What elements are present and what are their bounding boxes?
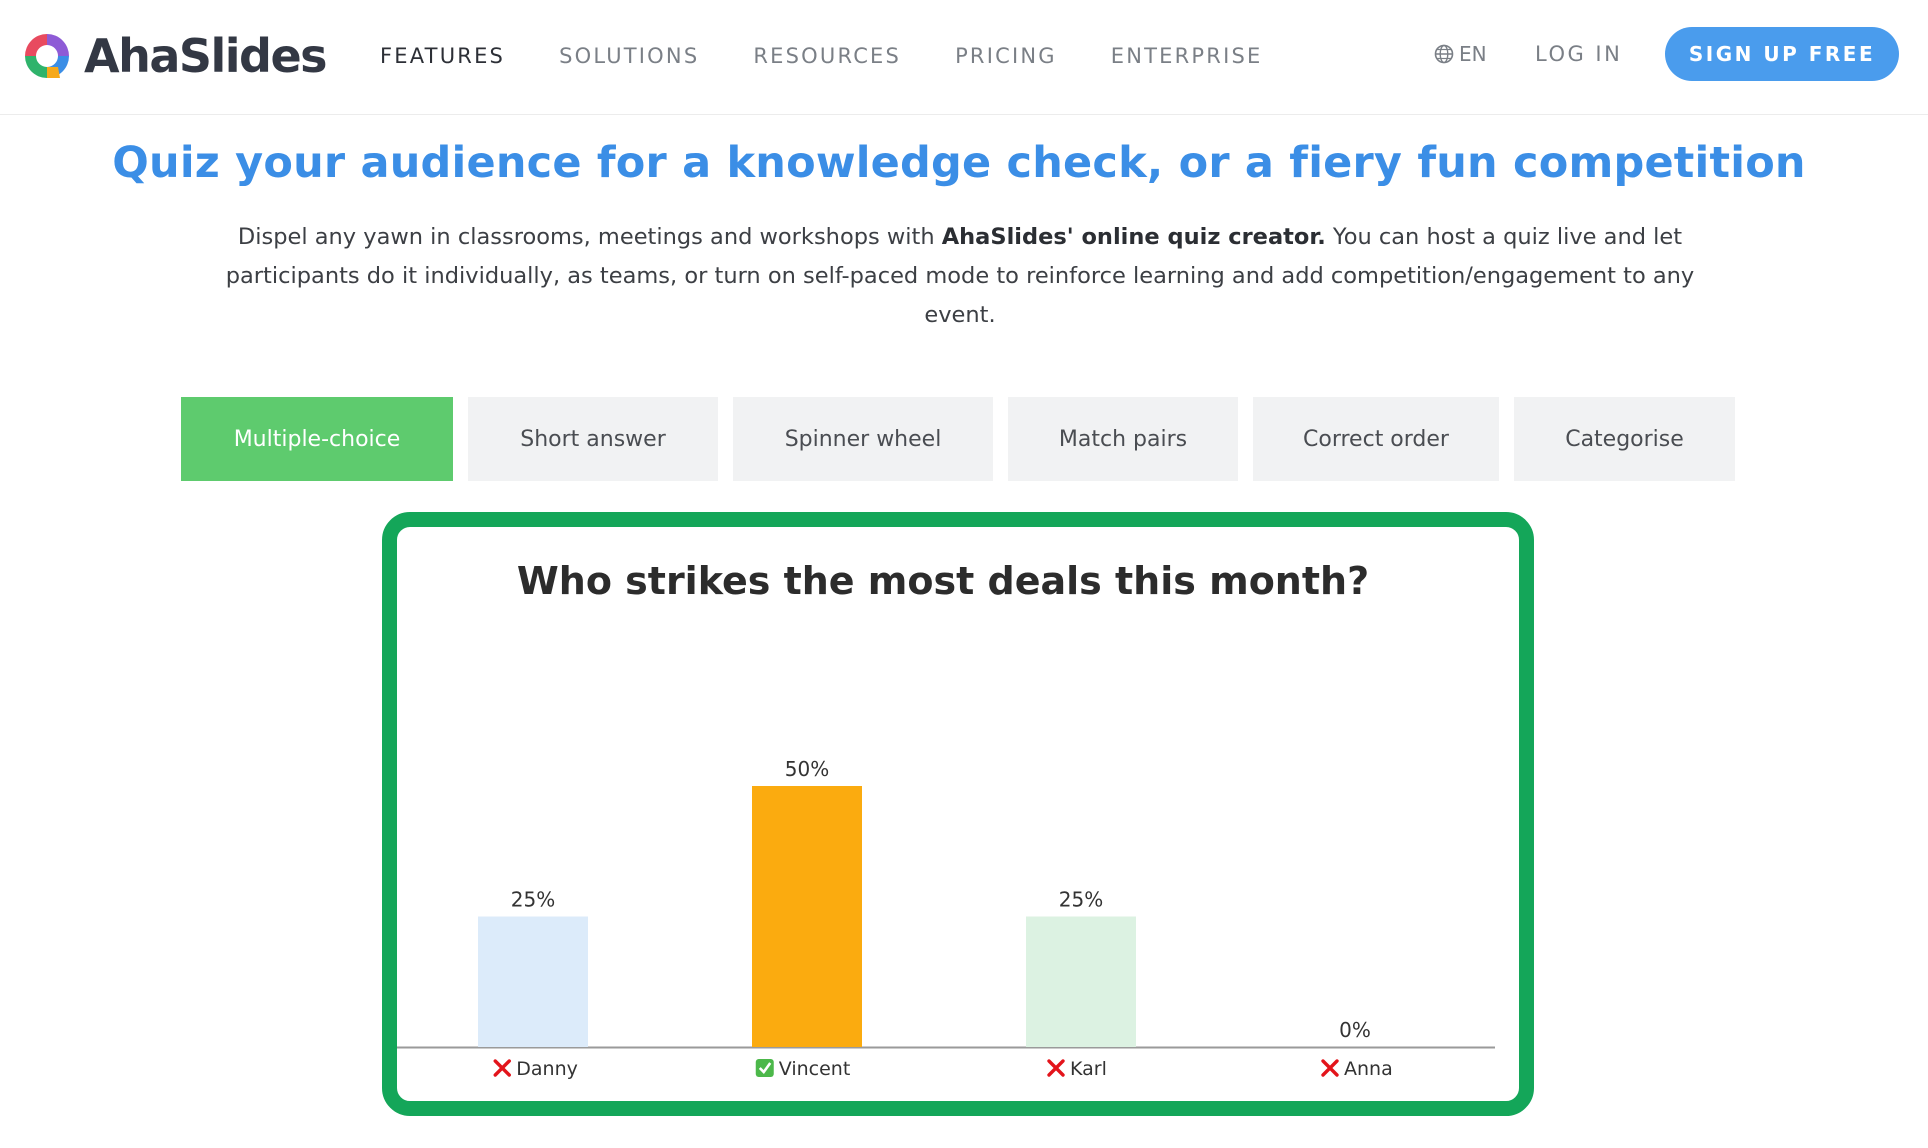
value-label-anna: 0% [1339, 1018, 1371, 1042]
language-label: EN [1459, 42, 1487, 66]
description-text-start: Dispel any yawn in classrooms, meetings … [237, 224, 942, 250]
language-selector[interactable]: EN [1434, 42, 1487, 66]
main-nav: FEATURES SOLUTIONS RESOURCES PRICING ENT… [380, 44, 1316, 68]
cross-icon [493, 1059, 511, 1077]
nav-enterprise[interactable]: ENTERPRISE [1111, 44, 1263, 68]
tab-short-answer[interactable]: Short answer [468, 397, 718, 481]
category-danny: Danny [493, 1058, 578, 1080]
page-title: Quiz your audience for a knowledge check… [112, 138, 1806, 188]
login-link[interactable]: LOG IN [1535, 42, 1622, 66]
category-label-anna: Anna [1344, 1058, 1393, 1080]
logo[interactable]: AhaSlides [22, 28, 328, 84]
nav-features[interactable]: FEATURES [380, 44, 505, 68]
description-highlight: AhaSlides' online quiz creator. [941, 224, 1326, 250]
cross-icon [1321, 1059, 1339, 1077]
category-anna: Anna [1321, 1058, 1393, 1080]
signup-button[interactable]: SIGN UP FREE [1665, 27, 1899, 81]
tab-multiple-choice[interactable]: Multiple-choice [181, 397, 453, 481]
category-label-karl: Karl [1070, 1058, 1107, 1080]
tab-correct-order[interactable]: Correct order [1253, 397, 1499, 481]
quiz-result-card: Who strikes the most deals this month? 2… [382, 512, 1534, 1116]
cross-icon [1047, 1059, 1065, 1077]
value-label-vincent: 50% [785, 757, 829, 781]
check-icon [755, 1059, 774, 1077]
bar-danny [478, 916, 588, 1047]
tab-match-pairs[interactable]: Match pairs [1008, 397, 1238, 481]
logo-text: AhaSlides [84, 29, 328, 83]
category-label-danny: Danny [516, 1058, 578, 1080]
site-header: AhaSlides FEATURES SOLUTIONS RESOURCES P… [0, 0, 1928, 115]
category-vincent: Vincent [755, 1058, 851, 1080]
category-karl: Karl [1047, 1058, 1107, 1080]
nav-resources[interactable]: RESOURCES [753, 44, 901, 68]
tab-categorise[interactable]: Categorise [1514, 397, 1735, 481]
category-label-vincent: Vincent [779, 1058, 851, 1080]
value-label-karl: 25% [1059, 888, 1103, 912]
nav-pricing[interactable]: PRICING [955, 44, 1057, 68]
page-description: Dispel any yawn in classrooms, meetings … [190, 218, 1730, 335]
nav-solutions[interactable]: SOLUTIONS [559, 44, 699, 68]
bar-vincent [752, 786, 862, 1047]
question-title: Who strikes the most deals this month? [517, 559, 1369, 603]
logo-icon [25, 34, 69, 78]
bar-karl [1026, 916, 1136, 1047]
value-label-danny: 25% [511, 888, 555, 912]
globe-icon [1434, 44, 1454, 64]
tab-spinner-wheel[interactable]: Spinner wheel [733, 397, 993, 481]
quiz-result-chart: Who strikes the most deals this month? 2… [397, 559, 1495, 1080]
